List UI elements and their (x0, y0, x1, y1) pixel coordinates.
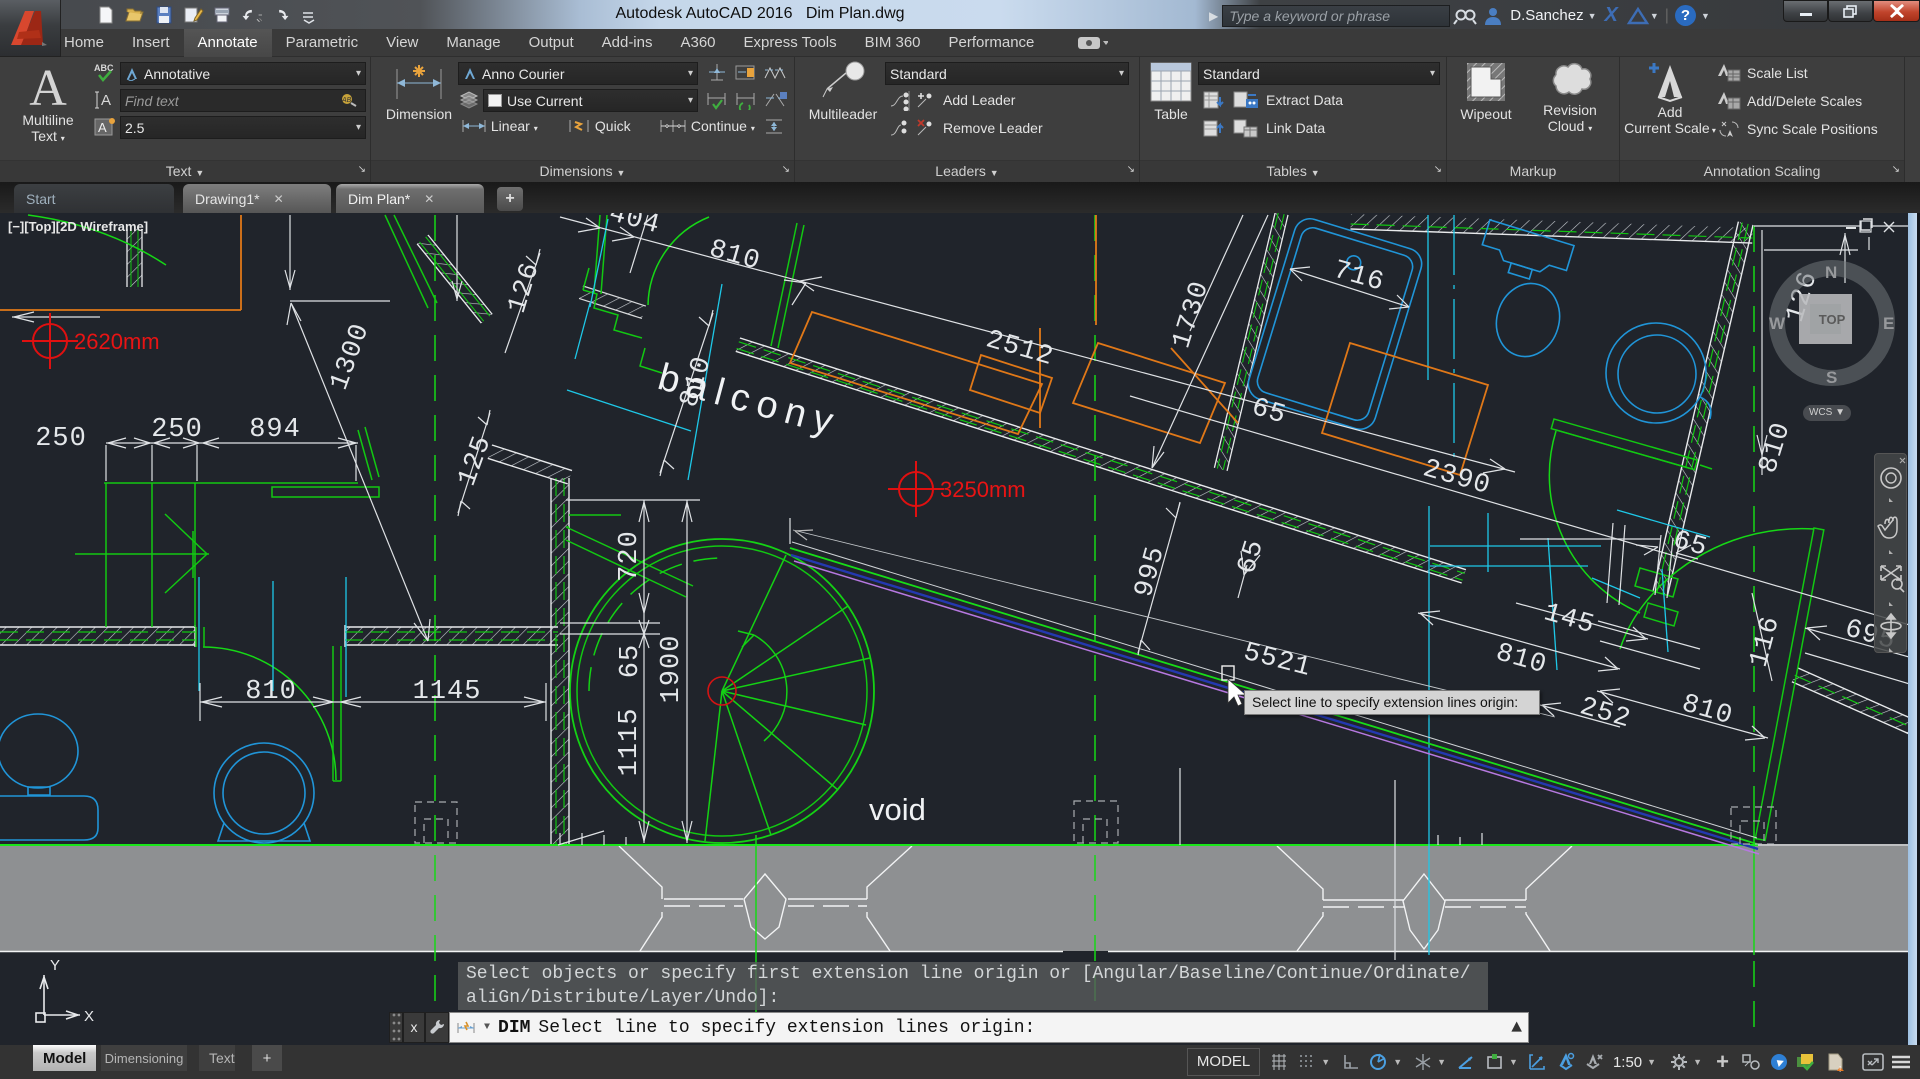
svg-text:810: 810 (1492, 638, 1550, 681)
svg-text:145: 145 (1540, 598, 1598, 641)
svg-text:720: 720 (615, 530, 645, 582)
svg-text:2620mm: 2620mm (74, 329, 160, 354)
svg-text:!: ! (1839, 1065, 1841, 1073)
svg-text:5521: 5521 (1240, 638, 1314, 684)
svg-text:2390: 2390 (1419, 454, 1493, 502)
svg-text:65: 65 (1232, 536, 1271, 578)
svg-text:716: 716 (1330, 256, 1388, 299)
svg-text:116: 116 (1745, 613, 1787, 671)
svg-text:A: A (101, 92, 111, 109)
svg-text:250: 250 (151, 415, 203, 445)
svg-text:126: 126 (503, 259, 547, 317)
svg-text:W: W (1769, 314, 1786, 333)
svg-text:N: N (1825, 263, 1837, 282)
svg-text:3250mm: 3250mm (940, 477, 1026, 502)
svg-text:TOP: TOP (1819, 312, 1846, 327)
svg-text:894: 894 (249, 415, 301, 445)
svg-text:810: 810 (245, 677, 297, 707)
svg-text:810: 810 (1678, 689, 1736, 732)
svg-text:810: 810 (706, 235, 764, 278)
svg-text:1145: 1145 (413, 677, 482, 707)
svg-text:Y: Y (50, 957, 60, 974)
svg-text:E: E (1883, 314, 1894, 333)
svg-text:1730: 1730 (1167, 278, 1216, 353)
svg-text:65: 65 (616, 644, 646, 678)
svg-text:250: 250 (35, 424, 87, 454)
svg-text:995: 995 (1130, 543, 1172, 601)
svg-text:S: S (1826, 368, 1837, 387)
svg-text:1115: 1115 (615, 708, 645, 777)
svg-text:A: A (98, 120, 107, 135)
svg-text:810: 810 (1754, 419, 1798, 477)
svg-text:void: void (869, 792, 926, 827)
svg-text:1300: 1300 (325, 320, 377, 395)
svg-text:2512: 2512 (982, 325, 1056, 373)
svg-text:125: 125 (453, 432, 499, 491)
svg-text:AB: AB (341, 97, 352, 104)
svg-text:X: X (84, 1008, 94, 1025)
svg-text:1900: 1900 (657, 635, 687, 704)
